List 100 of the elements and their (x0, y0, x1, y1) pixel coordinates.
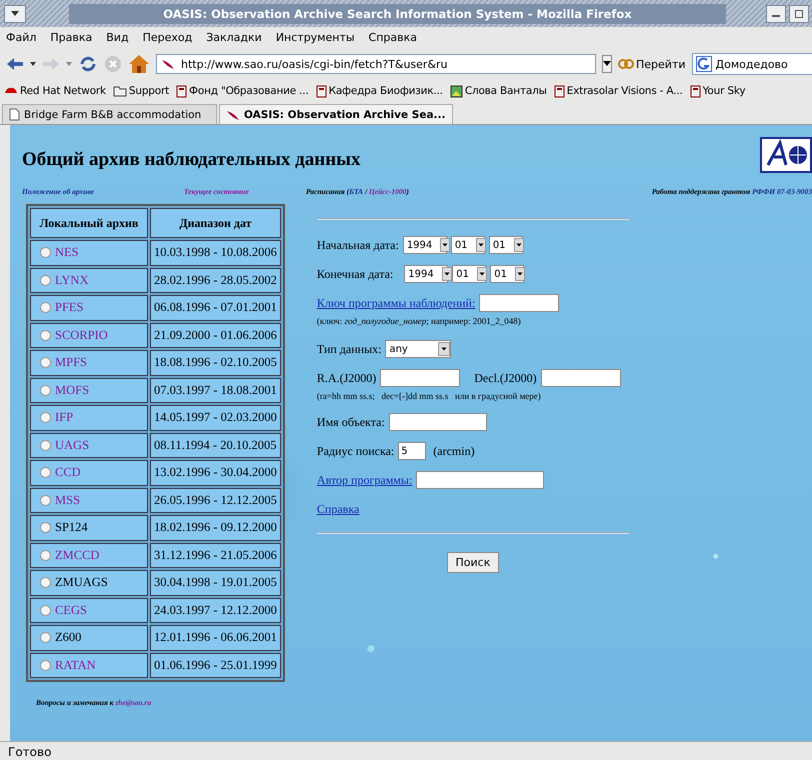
go-button[interactable]: Перейти (618, 58, 686, 70)
table-cell: 13.02.1996 - 30.04.2000 (150, 460, 281, 486)
table-cell: 18.02.1996 - 09.12.2000 (150, 515, 281, 540)
history-dropdown-button[interactable] (602, 55, 612, 73)
input-field[interactable]: 5 (398, 442, 426, 460)
radio-button[interactable] (40, 357, 51, 368)
input-field[interactable] (479, 294, 560, 312)
program-key-link[interactable]: Ключ программы наблюдений: (316, 296, 476, 310)
archive-link[interactable]: CCD (55, 465, 81, 480)
caret-icon[interactable] (30, 62, 36, 66)
hint-text: (ключ: год_полугодие_номер; например: 2001_2_048) (316, 316, 522, 326)
dropdown[interactable]: 01 (488, 236, 523, 254)
field-label: Конечная дата: (316, 266, 394, 282)
radio-button[interactable] (40, 384, 51, 396)
bookmark-item[interactable]: Слова Ванталы (450, 84, 547, 98)
archive-link[interactable]: UAGS (55, 438, 90, 453)
folder-icon (112, 85, 127, 97)
table-cell: 28.02.1996 - 28.05.2002 (150, 268, 281, 293)
hint-text: (ra=hh mm ss.s; dec=[-]dd mm ss.s или в градусной мере) (316, 391, 542, 401)
menu-item[interactable]: Файл (6, 31, 36, 44)
archive-name: Z600 (55, 630, 82, 646)
input-field[interactable] (380, 369, 460, 387)
archive-link[interactable]: MPFS (55, 355, 87, 370)
radio-button[interactable] (40, 660, 51, 671)
menu-item[interactable]: Переход (142, 31, 192, 44)
minimize-button[interactable] (766, 4, 786, 22)
radio-button[interactable] (40, 440, 51, 451)
image-icon (450, 84, 463, 98)
archive-link[interactable]: LYNX (55, 272, 88, 288)
field-label: Радиус поиска: (316, 444, 394, 458)
input-field[interactable] (540, 369, 621, 387)
page-icon (9, 108, 20, 121)
bookmark-item[interactable]: Фонд "Образование ... (176, 84, 309, 98)
menu-item[interactable]: Инструменты (276, 31, 355, 44)
browser-tab[interactable]: Bridge Farm B&B accommodation (2, 104, 217, 124)
radio-button[interactable] (40, 412, 51, 424)
menu-item[interactable]: Правка (50, 31, 92, 44)
input-field[interactable] (416, 471, 544, 489)
caret-icon (514, 241, 523, 249)
radio-button[interactable] (40, 550, 51, 561)
archive-link[interactable]: IFP (55, 410, 74, 426)
window-menu-button[interactable] (4, 4, 26, 22)
menu-item[interactable]: Вид (106, 31, 129, 44)
dropdown[interactable]: 1994 (402, 236, 447, 254)
book-icon (316, 84, 327, 98)
radio-button[interactable] (40, 632, 51, 644)
maximize-button[interactable] (789, 4, 809, 22)
radio-button[interactable] (40, 247, 51, 258)
radio-button[interactable] (40, 494, 51, 506)
radio-button[interactable] (40, 467, 51, 478)
bookmark-item[interactable]: Extrasolar Visions - A... (554, 84, 683, 98)
caret-icon (440, 345, 448, 353)
logo-icon (760, 137, 812, 173)
reload-icon[interactable] (78, 55, 98, 73)
archive-link[interactable]: CEGS (55, 602, 87, 618)
radio-button[interactable] (40, 330, 51, 341)
bookmark-item[interactable]: Red Hat Network (4, 85, 106, 97)
radio-button[interactable] (40, 302, 51, 314)
menu-item[interactable]: Закладки (206, 31, 262, 44)
radio-button[interactable] (40, 274, 51, 286)
help-link[interactable]: Справка (316, 502, 360, 516)
input-field[interactable] (388, 413, 487, 431)
radio-button[interactable] (40, 577, 51, 588)
radio-button[interactable] (40, 604, 51, 616)
stop-icon[interactable] (104, 55, 122, 73)
field-label: Тип данных: (316, 342, 382, 356)
field-label: R.A.(J2000) (316, 370, 376, 386)
author-link[interactable]: Автор программы: (316, 472, 412, 488)
dropdown[interactable]: 01 (452, 265, 486, 283)
archive-link[interactable]: PFES (55, 300, 84, 316)
back-arrow-icon[interactable] (6, 56, 24, 72)
table-cell: 18.08.1996 - 02.10.2005 (150, 350, 281, 376)
dropdown[interactable]: 01 (490, 265, 524, 283)
page-heading: Общий архив наблюдательных данных (22, 149, 361, 171)
column-header: Локальный архив (30, 208, 148, 238)
archive-name: SP124 (55, 520, 88, 536)
home-icon[interactable] (128, 54, 150, 74)
archive-link[interactable]: NES (55, 245, 79, 260)
radio-button[interactable] (40, 522, 51, 534)
search-field[interactable]: Домодедово (692, 53, 812, 75)
caret-icon (478, 270, 486, 278)
table-cell: 12.01.1996 - 06.06.2001 (150, 625, 281, 650)
search-button[interactable]: Поиск (446, 552, 500, 573)
archive-link[interactable]: MSS (55, 492, 80, 508)
browser-tab[interactable]: OASIS: Observation Archive Sea... (219, 104, 452, 124)
dropdown[interactable]: 01 (450, 236, 485, 254)
bookmark-item[interactable]: Your Sky (690, 84, 746, 98)
bookmark-item[interactable]: Support (112, 85, 170, 97)
search-engine-icon (696, 56, 712, 72)
menu-item[interactable]: Справка (368, 31, 418, 44)
dropdown[interactable]: any (385, 340, 452, 358)
table-cell: 31.12.1996 - 21.05.2006 (150, 542, 281, 568)
archive-link[interactable]: MOFS (55, 382, 90, 398)
caret-icon (603, 61, 611, 67)
unit-label: (arcmin) (432, 444, 475, 458)
status-text: Готово (0, 741, 812, 760)
book-icon (176, 84, 188, 98)
caret-icon (442, 270, 451, 278)
bookmark-item[interactable]: Кафедра Биофизик... (316, 84, 443, 98)
address-field[interactable]: http://www.sao.ru/oasis/cgi-bin/fetch?T&user&ru (156, 54, 596, 74)
